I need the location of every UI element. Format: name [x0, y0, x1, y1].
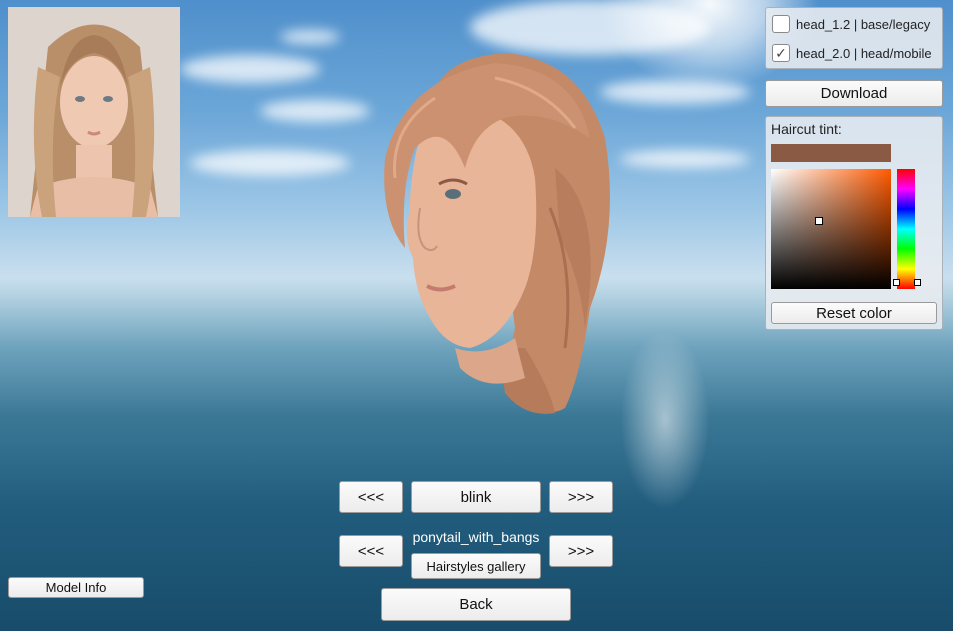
haircut-next-button[interactable]: >>> [549, 535, 613, 567]
option-head-1-2[interactable]: head_1.2 | base/legacy [772, 15, 930, 33]
hairstyles-gallery-button[interactable]: Hairstyles gallery [411, 553, 541, 579]
cloud [620, 150, 750, 168]
head-version-panel: head_1.2 | base/legacy ✓ head_2.0 | head… [765, 7, 943, 69]
sea-glint [620, 330, 710, 510]
tint-swatch [771, 144, 891, 162]
blendshape-name-button[interactable]: blink [411, 481, 541, 513]
cloud [260, 100, 370, 122]
head-2-0-label: head_2.0 | head/mobile [796, 45, 932, 61]
model-info-button[interactable]: Model Info [8, 577, 144, 598]
head-1-2-checkbox[interactable] [772, 15, 790, 33]
blendshape-next-button[interactable]: >>> [549, 481, 613, 513]
saturation-value-picker[interactable] [771, 169, 891, 289]
head-3d-model[interactable] [375, 48, 625, 420]
cloud [180, 55, 320, 83]
cloud [470, 0, 710, 55]
haircut-prev-button[interactable]: <<< [339, 535, 403, 567]
back-button[interactable]: Back [381, 588, 571, 621]
source-portrait [8, 7, 180, 217]
hue-slider-handle-right[interactable] [914, 279, 921, 286]
download-button[interactable]: Download [765, 80, 943, 107]
option-head-2-0[interactable]: ✓ head_2.0 | head/mobile [772, 44, 932, 62]
blendshape-prev-button[interactable]: <<< [339, 481, 403, 513]
hue-slider[interactable] [893, 169, 921, 289]
cloud [280, 30, 340, 44]
hue-slider-handle-left[interactable] [893, 279, 900, 286]
checkmark-icon: ✓ [775, 44, 787, 61]
head-2-0-checkbox[interactable]: ✓ [772, 44, 790, 62]
reset-color-button[interactable]: Reset color [771, 302, 937, 324]
head-1-2-label: head_1.2 | base/legacy [796, 16, 931, 32]
haircut-tint-label: Haircut tint: [771, 121, 842, 137]
haircut-name: ponytail_with_bangs [412, 529, 540, 545]
color-picker-handle[interactable] [815, 217, 823, 225]
haircut-tint-panel: Haircut tint: Reset color [765, 116, 943, 330]
cloud [190, 150, 350, 176]
